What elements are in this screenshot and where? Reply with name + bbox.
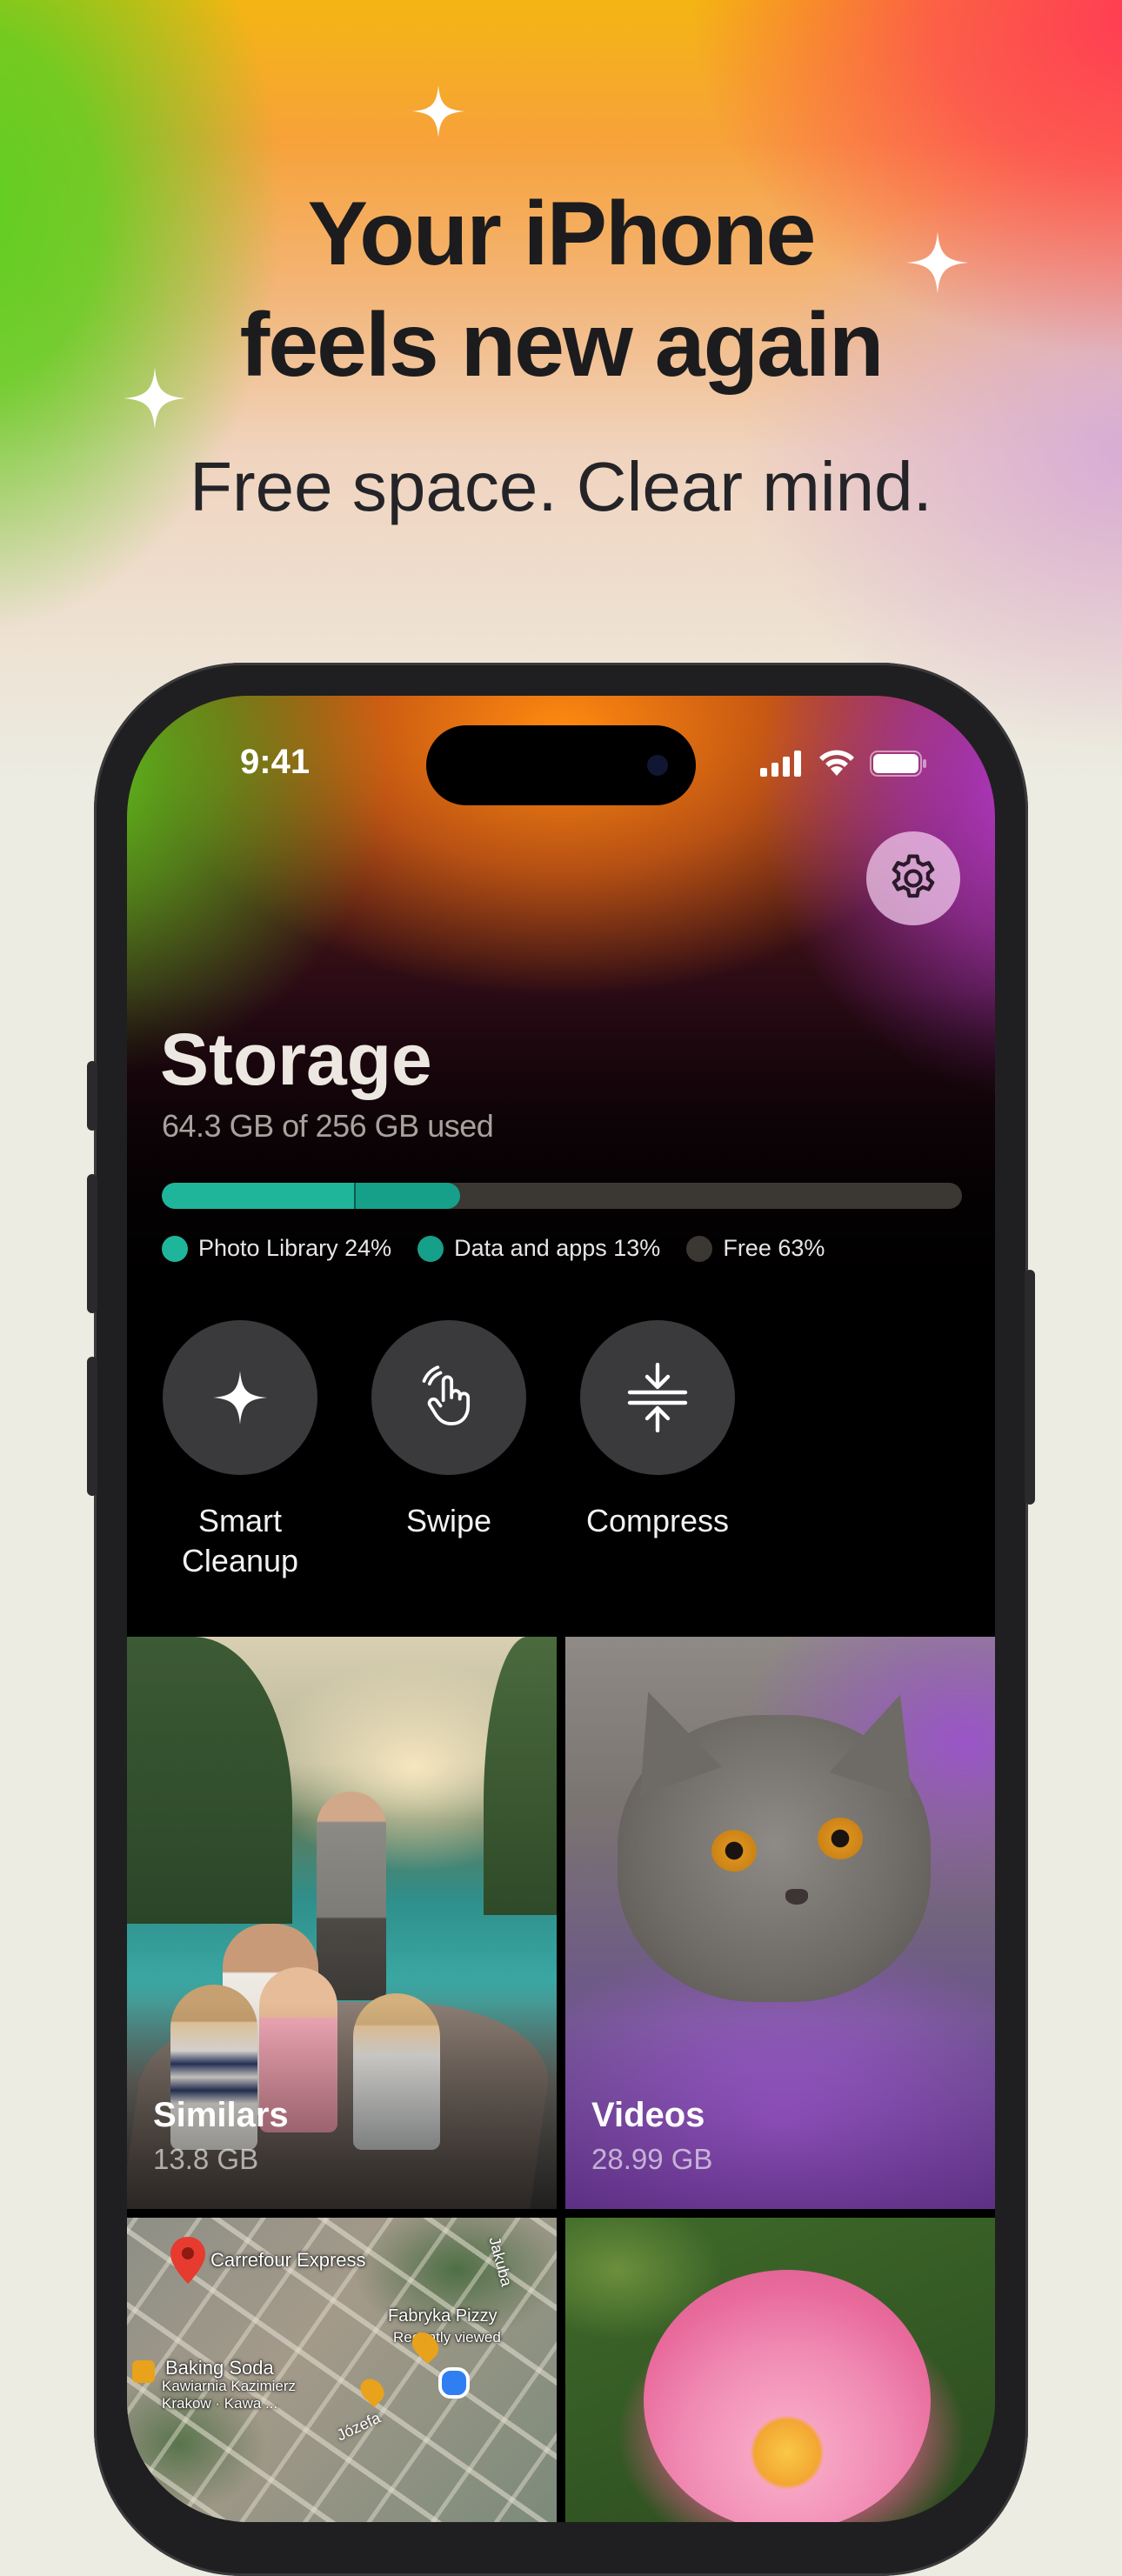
phone-action-button (87, 1061, 97, 1131)
cellular-signal-icon (760, 751, 801, 777)
flower-petals (644, 2270, 931, 2522)
legend-label: Photo Library 24% (198, 1235, 392, 1261)
map-place-label: Krakow · Kawa ... (162, 2395, 278, 2412)
legend-free: Free 63% (686, 1235, 825, 1262)
action-label: Swipe (405, 1503, 492, 1538)
storage-usage-text: 64.3 GB of 256 GB used (162, 1108, 494, 1144)
legend-label: Free 63% (723, 1235, 825, 1261)
gear-icon (892, 854, 935, 898)
map-place-label: Fabryka Pizzy (388, 2306, 498, 2326)
phone-volume-up-button (87, 1174, 97, 1313)
action-circle[interactable] (371, 1320, 526, 1475)
tile-label: Videos (591, 2096, 705, 2134)
hero-title: Your iPhone feels new again (0, 178, 1122, 401)
sparkle-icon (213, 1371, 267, 1425)
action-label: Compress (585, 1503, 730, 1538)
storage-title: Storage (160, 1018, 432, 1100)
map-place-label: Recently viewed (393, 2329, 501, 2346)
storage-bar (162, 1183, 962, 1209)
settings-button[interactable] (866, 831, 960, 925)
legend-dot (417, 1235, 444, 1262)
hero-subtitle: Free space. Clear mind. (190, 448, 932, 525)
compress-button[interactable]: Compress (579, 1320, 736, 1581)
person-father (317, 1792, 386, 2000)
map-place-label: Kawiarnia Kazimierz (162, 2378, 296, 2394)
legend-dot (162, 1235, 188, 1262)
hero-title-line-2: feels new again (239, 295, 885, 396)
map-pin-icon (170, 2237, 205, 2284)
storage-legend: Photo Library 24% Data and apps 13% Free… (162, 1235, 825, 1262)
hero-title-line-1: Your iPhone (307, 184, 817, 284)
wifi-icon (819, 750, 854, 776)
map-place-label: Baking Soda (165, 2357, 274, 2379)
quick-actions: Smart Cleanup Swipe Compress (162, 1320, 736, 1581)
cat-eye-left (711, 1830, 757, 1872)
smart-cleanup-button[interactable]: Smart Cleanup (162, 1320, 318, 1581)
legend-dot (686, 1235, 713, 1262)
similars-tile[interactable]: Similars 13.8 GB (127, 1637, 557, 2209)
tile-size: 13.8 GB (153, 2143, 259, 2175)
photos-tile[interactable] (565, 2218, 995, 2522)
action-circle[interactable] (580, 1320, 735, 1475)
cat-nose (785, 1889, 808, 1905)
tile-size: 28.99 GB (591, 2143, 713, 2175)
action-circle[interactable] (163, 1320, 317, 1475)
hand-swipe-icon (422, 1365, 471, 1425)
action-label: Smart Cleanup (181, 1503, 299, 1578)
current-location-dot (438, 2367, 470, 2399)
videos-tile[interactable]: Videos 28.99 GB (565, 1637, 995, 2209)
battery-icon (870, 751, 926, 777)
legend-data-apps: Data and apps 13% (417, 1235, 660, 1262)
status-time: 9:41 (240, 743, 311, 781)
phone-side-button (1025, 1270, 1035, 1505)
sparkle-icon (412, 85, 464, 137)
legend-label: Data and apps 13% (454, 1235, 661, 1261)
front-camera (647, 755, 668, 776)
map-tile[interactable]: Carrefour Express Fabryka Pizzy Recently… (127, 2218, 557, 2522)
map-place-label: Carrefour Express (210, 2249, 366, 2271)
legend-photo-library: Photo Library 24% (162, 1235, 391, 1262)
compress-icon (627, 1363, 688, 1432)
tile-label: Similars (153, 2096, 289, 2134)
cafe-pin-icon (132, 2360, 155, 2383)
storage-bar-photo-library (162, 1183, 354, 1209)
status-icons (760, 750, 927, 777)
phone-volume-down-button (87, 1357, 97, 1496)
swipe-button[interactable]: Swipe (371, 1320, 527, 1581)
phone-screen: 9:41 Storage 64.3 GB of 256 GB used Phot… (127, 696, 995, 2522)
dynamic-island (426, 725, 696, 805)
storage-bar-data-apps (354, 1183, 460, 1209)
cat-eye-right (818, 1818, 863, 1859)
